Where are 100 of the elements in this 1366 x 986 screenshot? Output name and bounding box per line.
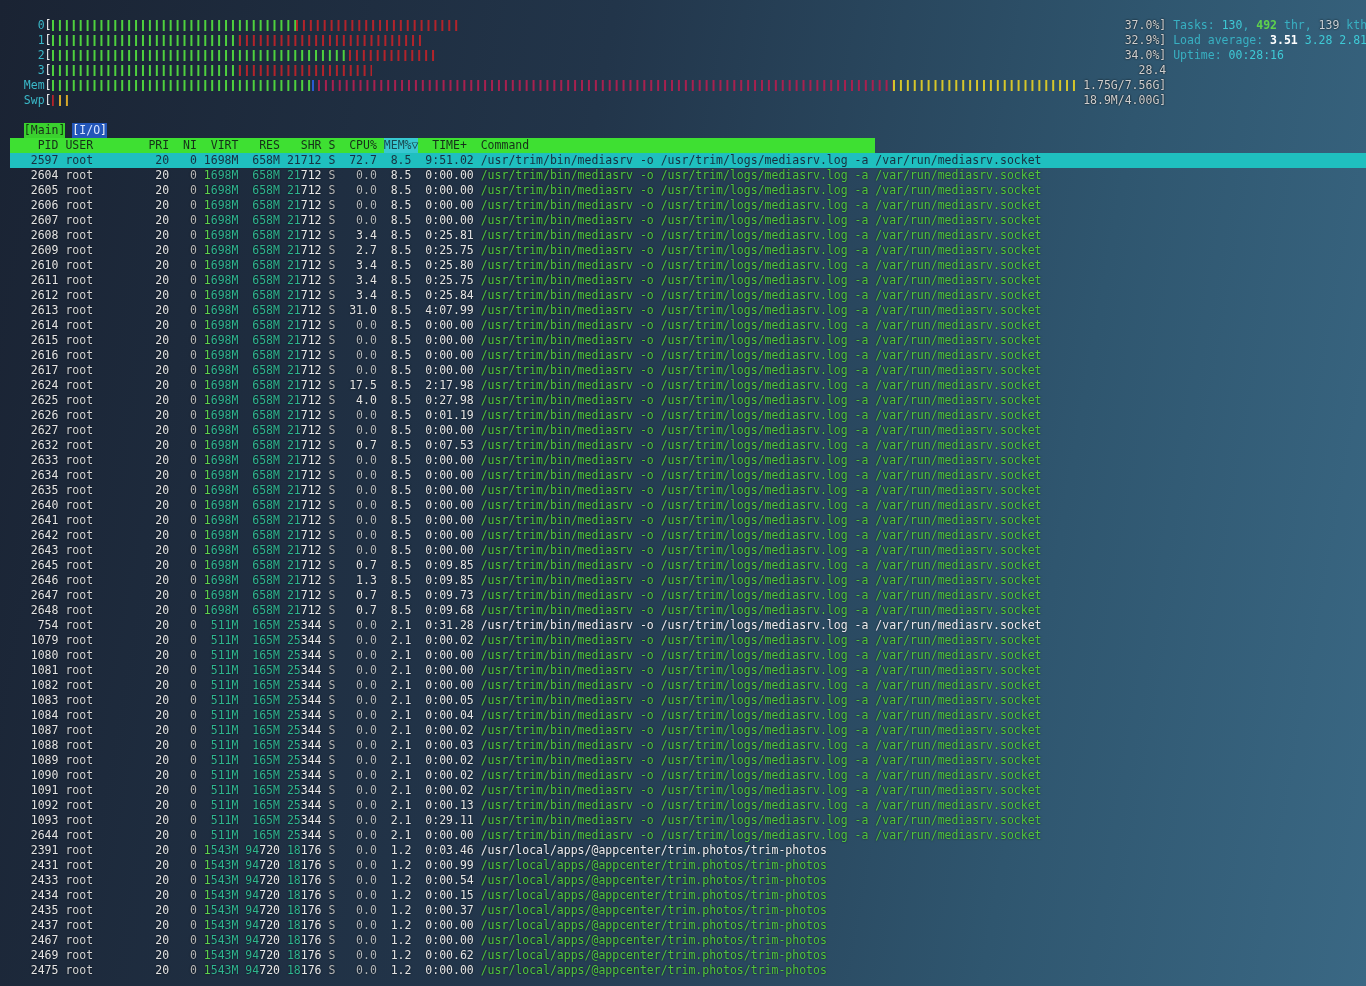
process-row[interactable]: 2634 root 20 0 1698M 658M 21712 S 0.0 8.5 0:00.00 /usr/trim/bin/mediasrv -o /usr/trim/logs/mediasrv.log -a /var/run/mediasrv.socket xyxy=(10,468,1366,483)
command-cell: /usr/trim/bin/mediasrv -o /usr/trim/logs/mediasrv.log -a /var/run/mediasrv.socket xyxy=(480,768,1042,783)
table-cell-text: 0 xyxy=(188,843,197,858)
process-row[interactable]: 2615 root 20 0 1698M 658M 21712 S 0.0 8.5 0:00.00 /usr/trim/bin/mediasrv -o /usr/trim/logs/mediasrv.log -a /var/run/mediasrv.socket xyxy=(10,333,1366,348)
column-header[interactable]: TIME+ xyxy=(418,138,474,153)
column-header[interactable]: USER xyxy=(65,138,128,153)
table-cell-text: root xyxy=(65,723,95,738)
table-cell-text: 0 xyxy=(188,303,197,318)
process-row[interactable]: 1084 root 20 0 511M 165M 25344 S 0.0 2.1 0:00.04 /usr/trim/bin/mediasrv -o /usr/trim/logs/mediasrv.log -a /var/run/mediasrv.socket xyxy=(10,708,1366,723)
table-cell-text: 0 xyxy=(188,213,197,228)
process-row[interactable]: 2616 root 20 0 1698M 658M 21712 S 0.0 8.5 0:00.00 /usr/trim/bin/mediasrv -o /usr/trim/logs/mediasrv.log -a /var/run/mediasrv.socket xyxy=(10,348,1366,363)
process-row[interactable]: 1088 root 20 0 511M 165M 25344 S 0.0 2.1 0:00.03 /usr/trim/bin/mediasrv -o /usr/trim/logs/mediasrv.log -a /var/run/mediasrv.socket xyxy=(10,738,1366,753)
process-row[interactable]: 2597 root 20 0 1698M 658M 21712 S 72.7 8.5 9:51.02 /usr/trim/bin/mediasrv -o /usr/trim/logs/mediasrv.log -a /var/run/mediasrv.socket xyxy=(10,153,1366,168)
column-header[interactable]: PID xyxy=(10,138,59,153)
process-row[interactable]: 1087 root 20 0 511M 165M 25344 S 0.0 2.1 0:00.02 /usr/trim/bin/mediasrv -o /usr/trim/logs/mediasrv.log -a /var/run/mediasrv.socket xyxy=(10,723,1366,738)
process-row[interactable]: 2643 root 20 0 1698M 658M 21712 S 0.0 8.5 0:00.00 /usr/trim/bin/mediasrv -o /usr/trim/logs/mediasrv.log -a /var/run/mediasrv.socket xyxy=(10,543,1366,558)
process-row[interactable]: 2624 root 20 0 1698M 658M 21712 S 17.5 8.5 2:17.98 /usr/trim/bin/mediasrv -o /usr/trim/logs/mediasrv.log -a /var/run/mediasrv.socket xyxy=(10,378,1366,393)
process-row[interactable]: 2626 root 20 0 1698M 658M 21712 S 0.0 8.5 0:01.19 /usr/trim/bin/mediasrv -o /usr/trim/logs/mediasrv.log -a /var/run/mediasrv.socket xyxy=(10,408,1366,423)
process-row[interactable]: 2632 root 20 0 1698M 658M 21712 S 0.7 8.5 0:07.53 /usr/trim/bin/mediasrv -o /usr/trim/logs/mediasrv.log -a /var/run/mediasrv.socket xyxy=(10,438,1366,453)
process-row[interactable]: 2609 root 20 0 1698M 658M 21712 S 2.7 8.5 0:25.75 /usr/trim/bin/mediasrv -o /usr/trim/logs/mediasrv.log -a /var/run/mediasrv.socket xyxy=(10,243,1366,258)
table-cell: 1543M xyxy=(203,903,239,918)
column-header[interactable]: MEM%▽ xyxy=(383,138,419,153)
process-row[interactable]: 2433 root 20 0 1543M 94720 18176 S 0.0 1.2 0:00.54 /usr/local/apps/@appcenter/trim.photos/trim-photos xyxy=(10,873,1366,888)
process-row[interactable]: 2469 root 20 0 1543M 94720 18176 S 0.0 1.2 0:00.62 /usr/local/apps/@appcenter/trim.photos/trim-photos xyxy=(10,948,1366,963)
process-row[interactable]: 2641 root 20 0 1698M 658M 21712 S 0.0 8.5 0:00.00 /usr/trim/bin/mediasrv -o /usr/trim/logs/mediasrv.log -a /var/run/mediasrv.socket xyxy=(10,513,1366,528)
tab[interactable]: [I/O] xyxy=(72,123,107,138)
process-row[interactable]: 1090 root 20 0 511M 165M 25344 S 0.0 2.1 0:00.02 /usr/trim/bin/mediasrv -o /usr/trim/logs/mediasrv.log -a /var/run/mediasrv.socket xyxy=(10,768,1366,783)
process-row[interactable]: 2640 root 20 0 1698M 658M 21712 S 0.0 8.5 0:00.00 /usr/trim/bin/mediasrv -o /usr/trim/logs/mediasrv.log -a /var/run/mediasrv.socket xyxy=(10,498,1366,513)
column-header[interactable]: PRI xyxy=(134,138,170,153)
table-cell-text: 2611 xyxy=(29,273,59,288)
table-cell: 0:25.75 xyxy=(425,243,474,258)
process-row[interactable]: 2617 root 20 0 1698M 658M 21712 S 0.0 8.5 0:00.00 /usr/trim/bin/mediasrv -o /usr/trim/logs/mediasrv.log -a /var/run/mediasrv.socket xyxy=(10,363,1366,378)
table-cell: 0:00.02 xyxy=(425,783,474,798)
process-row[interactable]: 2610 root 20 0 1698M 658M 21712 S 3.4 8.5 0:25.80 /usr/trim/bin/mediasrv -o /usr/trim/logs/mediasrv.log -a /var/run/mediasrv.socket xyxy=(10,258,1366,273)
column-header[interactable]: SHR xyxy=(286,138,322,153)
process-row[interactable]: 2437 root 20 0 1543M 94720 18176 S 0.0 1.2 0:00.00 /usr/local/apps/@appcenter/trim.photos/trim-photos xyxy=(10,918,1366,933)
process-row[interactable]: 1082 root 20 0 511M 165M 25344 S 0.0 2.1 0:00.00 /usr/trim/bin/mediasrv -o /usr/trim/logs/mediasrv.log -a /var/run/mediasrv.socket xyxy=(10,678,1366,693)
process-row[interactable]: 2613 root 20 0 1698M 658M 21712 S 31.0 8.5 4:07.99 /usr/trim/bin/mediasrv -o /usr/trim/logs/mediasrv.log -a /var/run/mediasrv.socket xyxy=(10,303,1366,318)
process-row[interactable]: 1089 root 20 0 511M 165M 25344 S 0.0 2.1 0:00.02 /usr/trim/bin/mediasrv -o /usr/trim/logs/mediasrv.log -a /var/run/mediasrv.socket xyxy=(10,753,1366,768)
process-row[interactable]: 1091 root 20 0 511M 165M 25344 S 0.0 2.1 0:00.02 /usr/trim/bin/mediasrv -o /usr/trim/logs/mediasrv.log -a /var/run/mediasrv.socket xyxy=(10,783,1366,798)
process-row[interactable]: 2625 root 20 0 1698M 658M 21712 S 4.0 8.5 0:27.98 /usr/trim/bin/mediasrv -o /usr/trim/logs/mediasrv.log -a /var/run/mediasrv.socket xyxy=(10,393,1366,408)
process-row[interactable]: 2467 root 20 0 1543M 94720 18176 S 0.0 1.2 0:00.00 /usr/local/apps/@appcenter/trim.photos/trim-photos xyxy=(10,933,1366,948)
column-header[interactable]: RES xyxy=(245,138,280,153)
table-cell-text: 658M xyxy=(251,168,280,183)
process-row[interactable]: 2435 root 20 0 1543M 94720 18176 S 0.0 1.2 0:00.37 /usr/local/apps/@appcenter/trim.photos/trim-photos xyxy=(10,903,1366,918)
table-cell: S xyxy=(328,303,336,318)
column-header[interactable]: CPU% xyxy=(342,138,377,153)
table-cell: 0:00.00 xyxy=(425,183,474,198)
process-row[interactable]: 2608 root 20 0 1698M 658M 21712 S 3.4 8.5 0:25.81 /usr/trim/bin/mediasrv -o /usr/trim/logs/mediasrv.log -a /var/run/mediasrv.socket xyxy=(10,228,1366,243)
process-row[interactable]: 2431 root 20 0 1543M 94720 18176 S 0.0 1.2 0:00.99 /usr/local/apps/@appcenter/trim.photos/trim-photos xyxy=(10,858,1366,873)
process-row[interactable]: 2611 root 20 0 1698M 658M 21712 S 3.4 8.5 0:25.75 /usr/trim/bin/mediasrv -o /usr/trim/logs/mediasrv.log -a /var/run/mediasrv.socket xyxy=(10,273,1366,288)
table-cell-text: 165M xyxy=(251,828,280,843)
process-row[interactable]: 2434 root 20 0 1543M 94720 18176 S 0.0 1.2 0:00.15 /usr/local/apps/@appcenter/trim.photos/trim-photos xyxy=(10,888,1366,903)
process-row[interactable]: 2605 root 20 0 1698M 658M 21712 S 0.0 8.5 0:00.00 /usr/trim/bin/mediasrv -o /usr/trim/logs/mediasrv.log -a /var/run/mediasrv.socket xyxy=(10,183,1366,198)
process-row[interactable]: 2645 root 20 0 1698M 658M 21712 S 0.7 8.5 0:09.85 /usr/trim/bin/mediasrv -o /usr/trim/logs/mediasrv.log -a /var/run/mediasrv.socket xyxy=(10,558,1366,573)
column-header[interactable]: S xyxy=(328,138,336,153)
table-cell: S xyxy=(328,738,336,753)
process-row[interactable]: 2644 root 20 0 511M 165M 25344 S 0.0 2.1 0:00.00 /usr/trim/bin/mediasrv -o /usr/trim/logs/mediasrv.log -a /var/run/mediasrv.socket xyxy=(10,828,1366,843)
process-row[interactable]: 2604 root 20 0 1698M 658M 21712 S 0.0 8.5 0:00.00 /usr/trim/bin/mediasrv -o /usr/trim/logs/mediasrv.log -a /var/run/mediasrv.socket xyxy=(10,168,1366,183)
table-cell-text: 2645 xyxy=(29,558,59,573)
process-row[interactable]: 1093 root 20 0 511M 165M 25344 S 0.0 2.1 0:29.11 /usr/trim/bin/mediasrv -o /usr/trim/logs/mediasrv.log -a /var/run/mediasrv.socket xyxy=(10,813,1366,828)
process-row[interactable]: 2614 root 20 0 1698M 658M 21712 S 0.0 8.5 0:00.00 /usr/trim/bin/mediasrv -o /usr/trim/logs/mediasrv.log -a /var/run/mediasrv.socket xyxy=(10,318,1366,333)
table-cell: S xyxy=(328,168,336,183)
table-cell: 1543M xyxy=(203,888,239,903)
process-row[interactable]: 2646 root 20 0 1698M 658M 21712 S 1.3 8.5 0:09.85 /usr/trim/bin/mediasrv -o /usr/trim/logs/mediasrv.log -a /var/run/mediasrv.socket xyxy=(10,573,1366,588)
column-header[interactable]: VIRT xyxy=(203,138,239,153)
table-cell: 0:00.00 xyxy=(425,198,474,213)
table-cell-text: 20 xyxy=(154,408,170,423)
process-row[interactable]: 1080 root 20 0 511M 165M 25344 S 0.0 2.1 0:00.00 /usr/trim/bin/mediasrv -o /usr/trim/logs/mediasrv.log -a /var/run/mediasrv.socket xyxy=(10,648,1366,663)
process-row[interactable]: 2607 root 20 0 1698M 658M 21712 S 0.0 8.5 0:00.00 /usr/trim/bin/mediasrv -o /usr/trim/logs/mediasrv.log -a /var/run/mediasrv.socket xyxy=(10,213,1366,228)
process-row[interactable]: 2647 root 20 0 1698M 658M 21712 S 0.7 8.5 0:09.73 /usr/trim/bin/mediasrv -o /usr/trim/logs/mediasrv.log -a /var/run/mediasrv.socket xyxy=(10,588,1366,603)
process-row[interactable]: 2642 root 20 0 1698M 658M 21712 S 0.0 8.5 0:00.00 /usr/trim/bin/mediasrv -o /usr/trim/logs/mediasrv.log -a /var/run/mediasrv.socket xyxy=(10,528,1366,543)
command-cell: /usr/trim/bin/mediasrv -o /usr/trim/logs/mediasrv.log -a /var/run/mediasrv.socket xyxy=(480,498,1042,513)
table-cell: 21712 xyxy=(286,273,322,288)
table-cell-text: 2437 xyxy=(29,918,59,933)
process-row[interactable]: 2391 root 20 0 1543M 94720 18176 S 0.0 1.2 0:03.46 /usr/local/apps/@appcenter/trim.photos/trim-photos xyxy=(10,843,1366,858)
tab[interactable]: [Main] xyxy=(23,123,66,138)
table-cell-text: 1081 xyxy=(29,663,59,678)
process-row[interactable]: 2633 root 20 0 1698M 658M 21712 S 0.0 8.5 0:00.00 /usr/trim/bin/mediasrv -o /usr/trim/logs/mediasrv.log -a /var/run/mediasrv.socket xyxy=(10,453,1366,468)
process-row[interactable]: 1081 root 20 0 511M 165M 25344 S 0.0 2.1 0:00.00 /usr/trim/bin/mediasrv -o /usr/trim/logs/mediasrv.log -a /var/run/mediasrv.socket xyxy=(10,663,1366,678)
process-row[interactable]: 2635 root 20 0 1698M 658M 21712 S 0.0 8.5 0:00.00 /usr/trim/bin/mediasrv -o /usr/trim/logs/mediasrv.log -a /var/run/mediasrv.socket xyxy=(10,483,1366,498)
table-cell-text: 0.0 xyxy=(355,528,377,543)
table-cell-text: 0.0 xyxy=(355,843,377,858)
table-cell: 1698M xyxy=(203,513,239,528)
process-row[interactable]: 754 root 20 0 511M 165M 25344 S 0.0 2.1 0:31.28 /usr/trim/bin/mediasrv -o /usr/trim/logs/mediasrv.log -a /var/run/mediasrv.socket xyxy=(10,618,1366,633)
process-row[interactable]: 2627 root 20 0 1698M 658M 21712 S 0.0 8.5 0:00.00 /usr/trim/bin/mediasrv -o /usr/trim/logs/mediasrv.log -a /var/run/mediasrv.socket xyxy=(10,423,1366,438)
process-row[interactable]: 2475 root 20 0 1543M 94720 18176 S 0.0 1.2 0:00.00 /usr/local/apps/@appcenter/trim.photos/trim-photos xyxy=(10,963,1366,978)
table-cell: 18176 xyxy=(286,933,322,948)
process-row[interactable]: 2612 root 20 0 1698M 658M 21712 S 3.4 8.5 0:25.84 /usr/trim/bin/mediasrv -o /usr/trim/logs/mediasrv.log -a /var/run/mediasrv.socket xyxy=(10,288,1366,303)
process-row[interactable]: 1092 root 20 0 511M 165M 25344 S 0.0 2.1 0:00.13 /usr/trim/bin/mediasrv -o /usr/trim/logs/mediasrv.log -a /var/run/mediasrv.socket xyxy=(10,798,1366,813)
table-cell-text: 20 xyxy=(154,588,170,603)
command-cell: /usr/trim/bin/mediasrv -o /usr/trim/logs/mediasrv.log -a /var/run/mediasrv.socket xyxy=(480,603,1042,618)
process-row[interactable]: 1079 root 20 0 511M 165M 25344 S 0.0 2.1 0:00.02 /usr/trim/bin/mediasrv -o /usr/trim/logs/mediasrv.log -a /var/run/mediasrv.socket xyxy=(10,633,1366,648)
process-row[interactable]: 2648 root 20 0 1698M 658M 21712 S 0.7 8.5 0:09.68 /usr/trim/bin/mediasrv -o /usr/trim/logs/mediasrv.log -a /var/run/mediasrv.socket xyxy=(10,603,1366,618)
command-cell: /usr/trim/bin/mediasrv -o /usr/trim/logs/mediasrv.log -a /var/run/mediasrv.socket xyxy=(480,318,1042,333)
process-row[interactable]: 2606 root 20 0 1698M 658M 21712 S 0.0 8.5 0:00.00 /usr/trim/bin/mediasrv -o /usr/trim/logs/mediasrv.log -a /var/run/mediasrv.socket xyxy=(10,198,1366,213)
table-cell-text: 0.7 xyxy=(355,558,377,573)
process-row[interactable]: 1083 root 20 0 511M 165M 25344 S 0.0 2.1 0:00.05 /usr/trim/bin/mediasrv -o /usr/trim/logs/mediasrv.log -a /var/run/mediasrv.socket xyxy=(10,693,1366,708)
column-header[interactable]: NI xyxy=(176,138,197,153)
column-header[interactable]: Command xyxy=(480,138,530,153)
